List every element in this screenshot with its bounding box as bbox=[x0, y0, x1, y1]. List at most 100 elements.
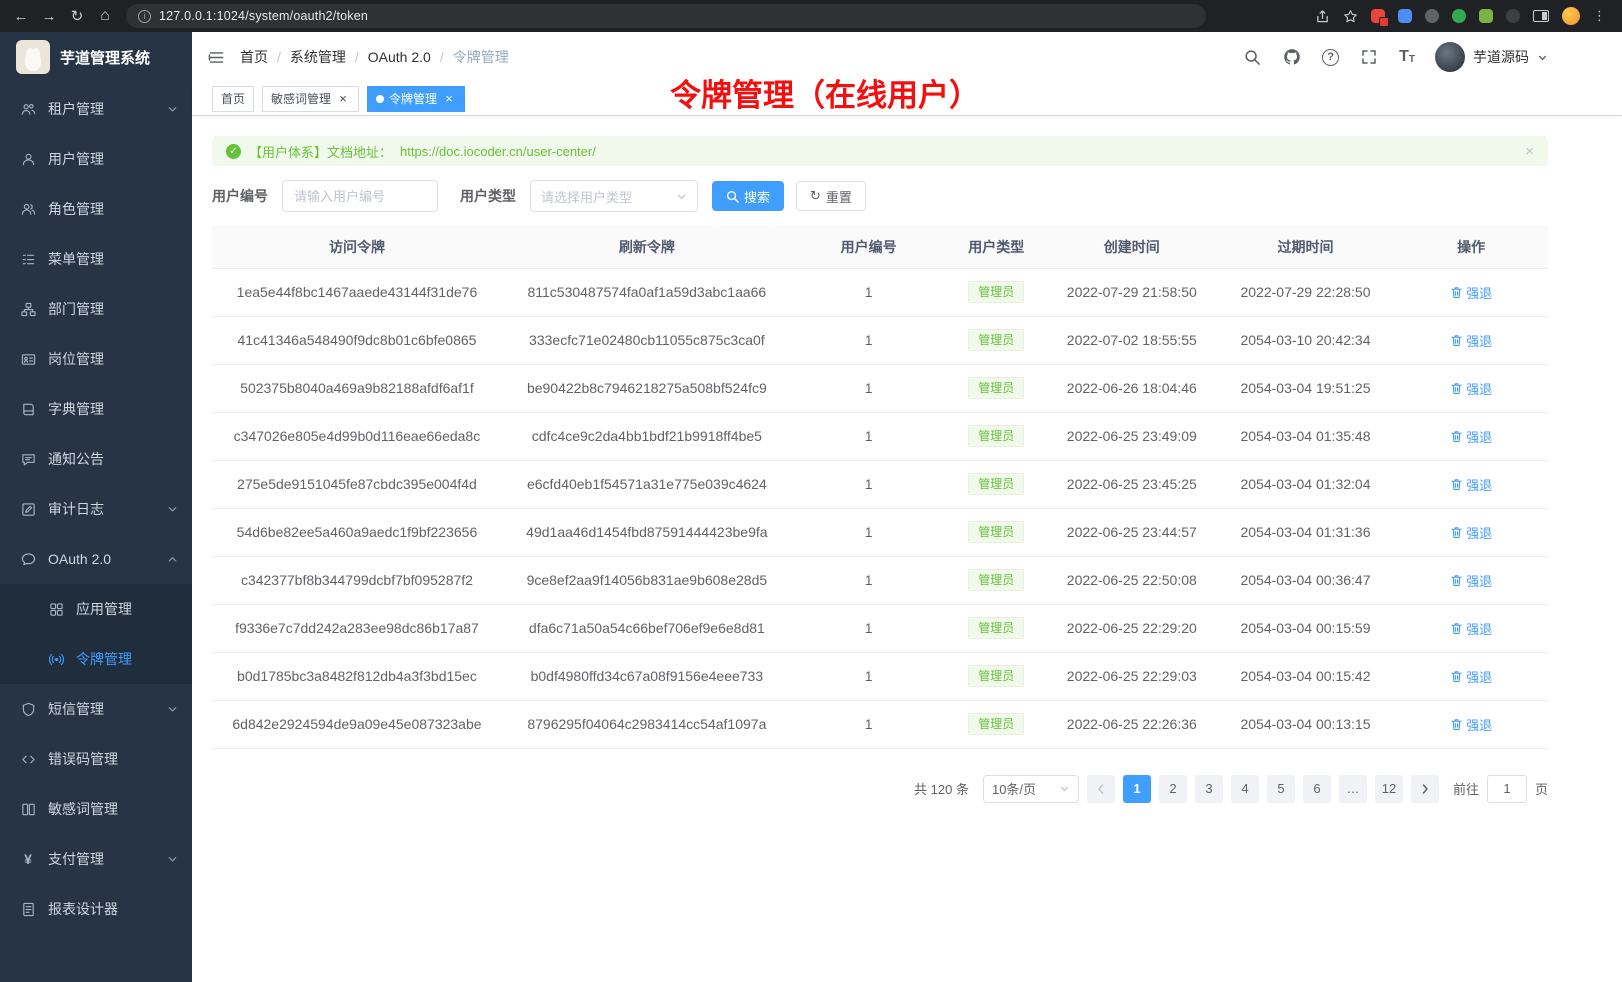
site-info-icon[interactable] bbox=[138, 10, 151, 23]
search-button-label: 搜索 bbox=[744, 187, 770, 206]
sidebar-toggle-button[interactable] bbox=[192, 32, 240, 82]
prev-page-button[interactable] bbox=[1087, 775, 1115, 803]
sidebar-item[interactable]: 租户管理 bbox=[0, 84, 192, 134]
share-icon[interactable] bbox=[1315, 9, 1330, 24]
sidebar-item[interactable]: 应用管理 bbox=[0, 584, 192, 634]
address-bar[interactable]: 127.0.0.1:1024/system/oauth2/token bbox=[126, 4, 1206, 28]
tab-close-icon[interactable]: × bbox=[442, 92, 456, 106]
github-icon[interactable] bbox=[1282, 47, 1302, 67]
force-logout-button[interactable]: 强退 bbox=[1450, 283, 1492, 302]
force-logout-button[interactable]: 强退 bbox=[1450, 619, 1492, 638]
page-button-4[interactable]: 4 bbox=[1231, 775, 1259, 803]
fullscreen-icon[interactable] bbox=[1359, 47, 1379, 67]
search-button[interactable]: 搜索 bbox=[712, 181, 784, 211]
page-button-2[interactable]: 2 bbox=[1159, 775, 1187, 803]
sidebar-item[interactable]: 审计日志 bbox=[0, 484, 192, 534]
browser-profile-avatar[interactable] bbox=[1562, 7, 1580, 25]
breadcrumb-item[interactable]: OAuth 2.0 bbox=[368, 49, 431, 65]
force-logout-button[interactable]: 强退 bbox=[1450, 379, 1492, 398]
delete-icon bbox=[1450, 670, 1463, 683]
sidebar-item[interactable]: 菜单管理 bbox=[0, 234, 192, 284]
cell-create-time: 2022-06-26 18:04:46 bbox=[1047, 364, 1217, 412]
force-logout-label: 强退 bbox=[1466, 427, 1492, 446]
reset-button[interactable]: 重置 bbox=[796, 181, 866, 211]
breadcrumb-item[interactable]: 首页 bbox=[240, 47, 268, 67]
search-icon[interactable] bbox=[1242, 47, 1262, 67]
page-button-1[interactable]: 1 bbox=[1123, 775, 1151, 803]
sidebar-item[interactable]: 错误码管理 bbox=[0, 734, 192, 784]
errcode-icon bbox=[20, 751, 36, 767]
extension-icon[interactable] bbox=[1506, 9, 1520, 23]
browser-back-button[interactable] bbox=[8, 3, 34, 29]
user-type-tag: 管理员 bbox=[968, 713, 1024, 735]
tab-label: 令牌管理 bbox=[389, 90, 437, 107]
breadcrumb-item[interactable]: 系统管理 bbox=[290, 47, 346, 67]
bookmark-star-icon[interactable] bbox=[1343, 9, 1358, 24]
sidebar-item[interactable]: ¥支付管理 bbox=[0, 834, 192, 884]
filter-form: 用户编号 用户类型 请选择用户类型 搜索 重置 bbox=[212, 180, 1622, 212]
extension-icon[interactable] bbox=[1371, 9, 1385, 23]
cell-refresh-token: e6cfd40eb1f54571a31e775e039c4624 bbox=[502, 460, 792, 508]
cell-user-type: 管理员 bbox=[945, 364, 1047, 412]
doc-link[interactable]: https://doc.iocoder.cn/user-center/ bbox=[400, 144, 596, 159]
sidebar-item[interactable]: 短信管理 bbox=[0, 684, 192, 734]
sidebar-item[interactable]: 角色管理 bbox=[0, 184, 192, 234]
cell-refresh-token: 49d1aa46d1454fbd87591444423be9fa bbox=[502, 508, 792, 556]
browser-home-button[interactable] bbox=[92, 3, 118, 29]
force-logout-button[interactable]: 强退 bbox=[1450, 475, 1492, 494]
browser-forward-button[interactable] bbox=[36, 3, 62, 29]
page-size-select[interactable]: 10条/页 bbox=[983, 775, 1079, 803]
sidebar-item[interactable]: 敏感词管理 bbox=[0, 784, 192, 834]
extension-icon[interactable] bbox=[1479, 9, 1493, 23]
user-id-input[interactable] bbox=[282, 180, 438, 212]
tab-label: 敏感词管理 bbox=[271, 90, 331, 107]
page-button-12[interactable]: 12 bbox=[1375, 775, 1403, 803]
alert-close-icon[interactable] bbox=[1525, 144, 1534, 159]
user-type-select[interactable]: 请选择用户类型 bbox=[530, 180, 698, 212]
app-logo[interactable]: 芋道管理系统 bbox=[0, 32, 192, 82]
sidebar-item-label: 用户管理 bbox=[48, 149, 178, 169]
breadcrumb-separator: / bbox=[277, 49, 281, 65]
browser-reload-button[interactable] bbox=[64, 3, 90, 29]
force-logout-button[interactable]: 强退 bbox=[1450, 667, 1492, 686]
force-logout-button[interactable]: 强退 bbox=[1450, 331, 1492, 350]
extension-icon[interactable] bbox=[1398, 9, 1412, 23]
sidebar-item[interactable]: 用户管理 bbox=[0, 134, 192, 184]
sidebar-item[interactable]: 部门管理 bbox=[0, 284, 192, 334]
sidebar-item[interactable]: OAuth 2.0 bbox=[0, 534, 192, 584]
browser-menu-icon[interactable] bbox=[1593, 8, 1606, 24]
force-logout-button[interactable]: 强退 bbox=[1450, 523, 1492, 542]
force-logout-button[interactable]: 强退 bbox=[1450, 571, 1492, 590]
goto-page-input[interactable] bbox=[1487, 775, 1527, 803]
page-ellipsis[interactable]: … bbox=[1339, 775, 1367, 803]
sidebar-item[interactable]: 通知公告 bbox=[0, 434, 192, 484]
sidebar-item[interactable]: 报表设计器 bbox=[0, 884, 192, 934]
cell-action: 强退 bbox=[1394, 508, 1548, 556]
user-menu[interactable]: 芋道源码 bbox=[1435, 42, 1548, 72]
next-page-button[interactable] bbox=[1411, 775, 1439, 803]
cell-user-type: 管理员 bbox=[945, 652, 1047, 700]
page-button-6[interactable]: 6 bbox=[1303, 775, 1331, 803]
tab-close-icon[interactable]: × bbox=[336, 92, 350, 106]
cell-user-type: 管理员 bbox=[945, 412, 1047, 460]
tab[interactable]: 首页 bbox=[212, 86, 254, 112]
font-size-icon[interactable] bbox=[1399, 49, 1415, 65]
split-screen-icon[interactable] bbox=[1533, 10, 1549, 22]
extension-icon[interactable] bbox=[1452, 9, 1466, 23]
sidebar-item[interactable]: 令牌管理 bbox=[0, 634, 192, 684]
user-type-label: 用户类型 bbox=[460, 186, 516, 206]
force-logout-label: 强退 bbox=[1466, 667, 1492, 686]
extension-icon[interactable] bbox=[1425, 9, 1439, 23]
browser-chrome: 127.0.0.1:1024/system/oauth2/token bbox=[0, 0, 1622, 32]
sidebar-item[interactable]: 字典管理 bbox=[0, 384, 192, 434]
force-logout-button[interactable]: 强退 bbox=[1450, 715, 1492, 734]
help-icon[interactable] bbox=[1322, 49, 1339, 66]
tab[interactable]: 敏感词管理 × bbox=[262, 86, 359, 112]
sidebar-item-label: 令牌管理 bbox=[76, 649, 178, 669]
tab[interactable]: 令牌管理 × bbox=[367, 86, 465, 112]
page-button-3[interactable]: 3 bbox=[1195, 775, 1223, 803]
page-button-5[interactable]: 5 bbox=[1267, 775, 1295, 803]
force-logout-button[interactable]: 强退 bbox=[1450, 427, 1492, 446]
sidebar-item-label: 报表设计器 bbox=[48, 899, 178, 919]
sidebar-item[interactable]: 岗位管理 bbox=[0, 334, 192, 384]
